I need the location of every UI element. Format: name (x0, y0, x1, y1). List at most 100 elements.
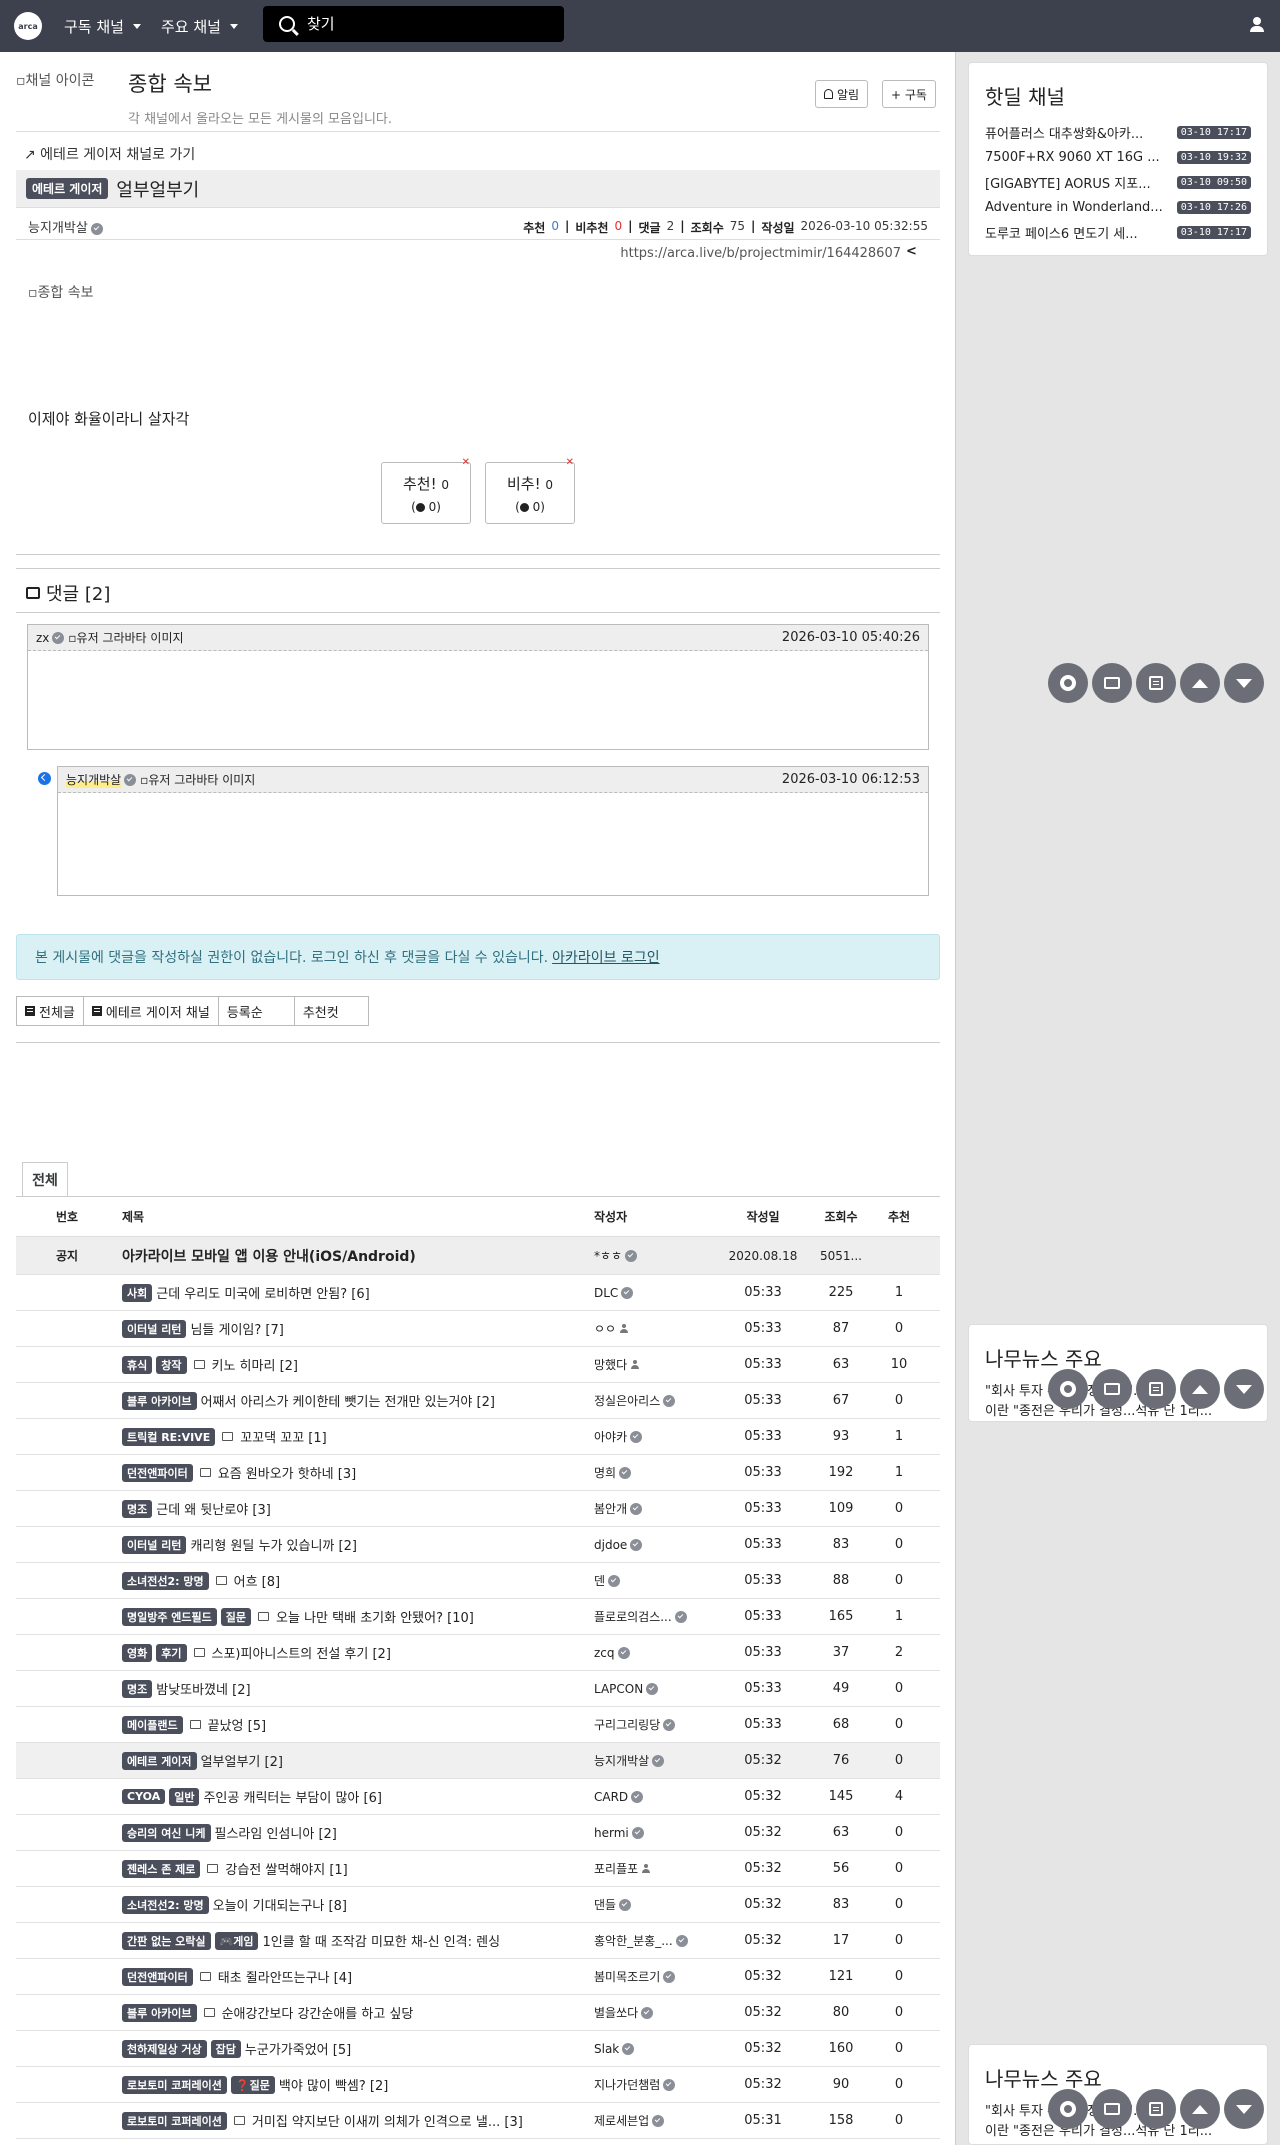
category-badge[interactable]: 질문 (220, 1607, 252, 1626)
category-badge[interactable]: 🎮게임 (214, 1931, 259, 1950)
row-title[interactable]: 천하제일상 거상 잡담 누군가가죽었어 [5] (122, 2039, 594, 2058)
category-badge[interactable]: ❓질문 (230, 2075, 275, 2094)
row-title[interactable]: 블루 아카이브 어째서 아리스가 케이한테 뺏기는 전개만 있는거야 [2] (122, 1391, 594, 1410)
category-badge[interactable]: 소녀전선2: 망명 (122, 1571, 209, 1590)
comments-button[interactable] (1092, 663, 1132, 703)
row-title[interactable]: 소녀전선2: 망명 오늘이 기대되는구나 [8] (122, 1895, 594, 1914)
goto-channel-link[interactable]: ↗ 에테르 게이저 채널로 가기 (24, 144, 195, 164)
subscribed-channels-menu[interactable]: 구독 채널 (64, 16, 141, 37)
row-author[interactable]: ㅇㅇ (594, 1320, 718, 1337)
row-author[interactable]: hermi (594, 1826, 718, 1840)
row-author[interactable]: Slak (594, 2042, 718, 2056)
row-title[interactable]: 블루 아카이브 순애강간보다 강간순애를 하고 싶당 (122, 2003, 594, 2022)
row-title[interactable]: 던전앤파이터 요즘 원바오가 핫하네 [3] (122, 1463, 594, 1482)
row-author[interactable]: DLC (594, 1286, 718, 1300)
category-badge[interactable]: 로보토미 코퍼레이션 (122, 2111, 227, 2130)
row-title[interactable]: 이터널 리턴 님들 게이임? [7] (122, 1319, 594, 1338)
sort-select[interactable]: 등록순 (217, 996, 295, 1026)
category-badge[interactable]: 이터널 리턴 (122, 1319, 187, 1338)
category-badge[interactable]: 젠레스 존 제로 (122, 1859, 201, 1878)
table-row[interactable]: 명조 밤낮또바꼈네 [2] LAPCON 05:33 49 0 (16, 1671, 940, 1707)
table-row[interactable]: 던전앤파이터 요즘 원바오가 핫하네 [3] 명희 05:33 192 1 (16, 1455, 940, 1491)
category-badge[interactable]: 후기 (156, 1643, 187, 1662)
category-badge[interactable]: 사회 (122, 1283, 153, 1302)
hotdeal-item[interactable]: 퓨어플러스 대추쌍화&아카... 03-10 17:17 (969, 120, 1267, 145)
scroll-bottom-button[interactable] (1224, 2089, 1264, 2129)
hotdeal-item[interactable]: [GIGABYTE] AORUS 지포... 03-10 09:50 (969, 170, 1267, 195)
category-badge[interactable]: CYOA (122, 1789, 166, 1804)
table-row[interactable]: 명일방주 엔드필드 질문 오늘 나만 택배 초기화 안됐어? [10] 플로로의검스.… (16, 1599, 940, 1635)
row-author[interactable]: 지나가던챔럼 (594, 2076, 718, 2093)
row-author[interactable]: djdoe (594, 1538, 718, 1552)
scroll-top-button[interactable] (1180, 1369, 1220, 1409)
upvote-button[interactable]: 추천! 0 ( 0) ✕ (381, 457, 471, 524)
row-author[interactable]: 구리그리링당 (594, 1716, 718, 1733)
settings-button[interactable] (1048, 1369, 1088, 1409)
row-author[interactable]: 봄미목조르기 (594, 1968, 718, 1985)
list-button[interactable] (1136, 1369, 1176, 1409)
category-badge[interactable]: 창작 (156, 1355, 187, 1374)
category-badge[interactable]: 승리의 여신 니케 (122, 1823, 211, 1842)
table-row[interactable]: 휴식 창작 키노 히마리 [2] 망했다 05:33 63 10 (16, 1347, 940, 1383)
recommend-cut-select[interactable]: 추천컷 (293, 996, 369, 1026)
table-row[interactable]: 로보토미 코퍼레이션 ❓질문 백야 많이 빡셈? [2] 지나가던챔럼 05:32 90 0 (16, 2067, 940, 2103)
settings-button[interactable] (1048, 663, 1088, 703)
row-title[interactable]: 휴식 창작 키노 히마리 [2] (122, 1355, 594, 1374)
category-badge[interactable]: 블루 아카이브 (122, 2003, 197, 2022)
category-badge[interactable]: 휴식 (122, 1355, 153, 1374)
row-author[interactable]: 망했다 (594, 1356, 718, 1373)
category-badge[interactable]: 블루 아카이브 (122, 1391, 197, 1410)
table-row[interactable]: 간판 없는 오락실 🎮게임 1인클 할 때 조작감 미묘한 채-신 인격: 렌싱 홍악… (16, 1923, 940, 1959)
scroll-top-button[interactable] (1180, 2089, 1220, 2129)
article-author[interactable]: 능지개박살 (28, 217, 103, 236)
category-badge[interactable]: 영화 (122, 1643, 153, 1662)
table-row[interactable]: 블루 아카이브 어째서 아리스가 케이한테 뺏기는 전개만 있는거야 [2] 정실은… (16, 1383, 940, 1419)
category-badge[interactable]: 천하제일상 거상 (122, 2039, 207, 2058)
category-badge[interactable]: 메이플랜드 (122, 1715, 183, 1734)
row-author[interactable]: 능지개박살 (594, 1752, 718, 1769)
hotdeal-item[interactable]: Adventure in Wonderland... 03-10 17:26 (969, 195, 1267, 220)
scroll-top-button[interactable] (1180, 663, 1220, 703)
row-title[interactable]: 승리의 여신 니케 필스라임 인섬니아 [2] (122, 1823, 594, 1842)
row-title[interactable]: 명조 밤낮또바꼈네 [2] (122, 1679, 594, 1698)
row-author[interactable]: 아야카 (594, 1428, 718, 1445)
category-badge[interactable]: 명조 (122, 1679, 153, 1698)
share-icon[interactable] (905, 244, 917, 260)
table-row[interactable]: 사회 근데 우리도 미국에 로비하면 안됨? [6] DLC 05:33 225 1 (16, 1275, 940, 1311)
table-row[interactable]: 영화 후기 스포)피아니스트의 전설 후기 [2] zcq 05:33 37 2 (16, 1635, 940, 1671)
row-author[interactable]: 봄안개 (594, 1500, 718, 1517)
category-badge[interactable]: 소녀전선2: 망명 (122, 1895, 209, 1914)
category-badge[interactable]: 던전앤파이터 (122, 1463, 193, 1482)
subscribe-button[interactable]: + 구독 (882, 80, 936, 108)
article-url[interactable]: https://arca.live/b/projectmimir/1644286… (620, 244, 917, 262)
row-title[interactable]: 간판 없는 오락실 🎮게임 1인클 할 때 조작감 미묘한 채-신 인격: 렌싱 (122, 1931, 594, 1950)
row-author[interactable]: 명희 (594, 1464, 718, 1481)
table-row[interactable]: CYOA 일반 주인공 캐릭터는 부담이 많아 [6] CARD 05:32 145 4 (16, 1779, 940, 1815)
row-title[interactable]: 영화 후기 스포)피아니스트의 전설 후기 [2] (122, 1643, 594, 1662)
row-title[interactable]: 사회 근데 우리도 미국에 로비하면 안됨? [6] (122, 1283, 594, 1302)
search-icon[interactable] (279, 16, 295, 32)
category-badge[interactable]: 던전앤파이터 (122, 1967, 193, 1986)
hotdeal-item[interactable]: 7500F+RX 9060 XT 16G ... 03-10 19:32 (969, 145, 1267, 170)
category-badge[interactable]: 로보토미 코퍼레이션 (122, 2075, 227, 2094)
main-channels-menu[interactable]: 주요 채널 (161, 16, 238, 37)
table-row[interactable]: 이터널 리턴 캐리형 원딜 누가 있습니까 [2] djdoe 05:33 83 0 (16, 1527, 940, 1563)
comments-button[interactable] (1092, 1369, 1132, 1409)
category-badge[interactable]: 간판 없는 오락실 (122, 1931, 211, 1950)
row-author[interactable]: LAPCON (594, 1682, 718, 1696)
table-row[interactable]: 이터널 리턴 님들 게이임? [7] ㅇㅇ 05:33 87 0 (16, 1311, 940, 1347)
list-button[interactable] (1136, 2089, 1176, 2129)
notice-row[interactable]: 공지 아카라이브 모바일 앱 이용 안내(iOS/Android) *ㅎㅎ 20… (16, 1237, 940, 1275)
filter-channel-button[interactable]: 에테르 게이저 채널 (82, 996, 219, 1026)
category-badge[interactable]: 이터널 리턴 (122, 1535, 187, 1554)
table-row[interactable]: 명조 근데 왜 뒷난로야 [3] 봄안개 05:33 109 0 (16, 1491, 940, 1527)
row-title[interactable]: 명조 근데 왜 뒷난로야 [3] (122, 1499, 594, 1518)
table-row[interactable]: 소녀전선2: 망명 어흐 [8] 덴 05:33 88 0 (16, 1563, 940, 1599)
table-row[interactable]: 메이플랜드 끝났엉 [5] 구리그리링당 05:33 68 0 (16, 1707, 940, 1743)
category-badge[interactable]: 트릭컬 RE:VIVE (122, 1427, 216, 1446)
category-badge[interactable]: 잡담 (210, 2039, 241, 2058)
row-author[interactable]: 플로로의검스... (594, 1608, 718, 1625)
row-author[interactable]: 덴 (594, 1572, 718, 1589)
row-title[interactable]: 로보토미 코퍼레이션 거미집 약지보단 이새끼 의체가 인격으로 낼... [3] (122, 2111, 594, 2130)
row-title[interactable]: 로보토미 코퍼레이션 ❓질문 백야 많이 빡셈? [2] (122, 2075, 594, 2094)
